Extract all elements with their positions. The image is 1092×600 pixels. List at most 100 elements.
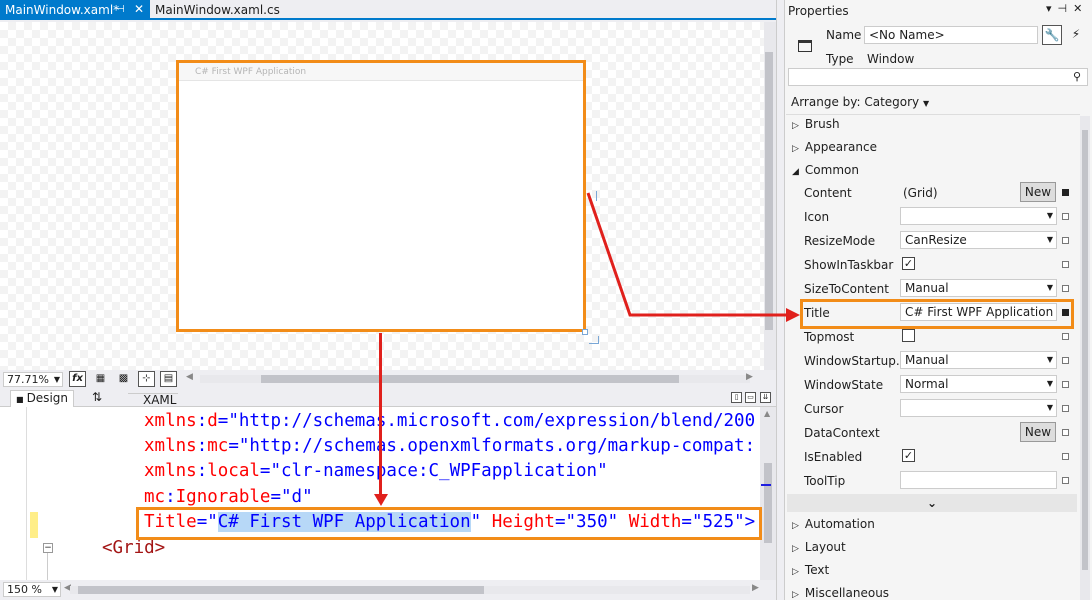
prop-label-datacontext: DataContext (804, 426, 880, 440)
editor-vertical-scrollbar[interactable] (760, 407, 776, 580)
windowstate-dropdown[interactable]: Normal ▼ (900, 375, 1057, 393)
isenabled-checkbox[interactable]: ✓ (902, 449, 915, 462)
wpf-window-preview[interactable]: C# First WPF Application (176, 60, 586, 332)
sizetocontent-dropdown[interactable]: Manual ▼ (900, 279, 1057, 297)
prop-label-windowstate: WindowState (804, 378, 884, 392)
collapse-icon[interactable]: − (43, 543, 53, 553)
property-marker[interactable] (1062, 453, 1069, 460)
panel-window-icons[interactable]: ▾⊣✕ (1046, 2, 1088, 15)
property-marker[interactable] (1062, 189, 1069, 196)
caret-position-marker (761, 484, 771, 492)
category-brush[interactable]: ▷ Brush (792, 117, 840, 131)
property-marker[interactable] (1062, 333, 1069, 340)
resize-handle[interactable] (582, 329, 588, 335)
arrow-right-icon (786, 308, 800, 322)
scroll-right-icon[interactable]: ▶ (746, 372, 753, 382)
grid-icon[interactable]: ▦ (92, 371, 109, 387)
windowstartup-dropdown[interactable]: Manual ▼ (900, 351, 1057, 369)
chevron-down-icon: ▼ (1046, 403, 1053, 412)
category-label: Layout (804, 540, 846, 554)
content-new-button[interactable]: New (1020, 182, 1056, 202)
category-automation[interactable]: ▷ Automation (792, 517, 875, 531)
category-layout[interactable]: ▷ Layout (792, 540, 846, 554)
horizontal-split-icon[interactable]: ▭ (745, 392, 756, 403)
events-lightning-icon[interactable]: ⚡ (1066, 25, 1086, 45)
tab-mainwindow-xaml-cs[interactable]: MainWindow.xaml.cs (150, 0, 285, 20)
code-token: = (270, 487, 281, 507)
expand-icon: ▷ (792, 121, 799, 131)
editor-zoom-select[interactable]: 150 % ▼ (3, 582, 61, 597)
designer-horizontal-scrollbar[interactable] (200, 375, 750, 383)
property-marker[interactable] (1062, 477, 1069, 484)
tab-xaml[interactable]: XAML (128, 393, 178, 407)
tab-label: MainWindow.xaml.cs (155, 3, 280, 17)
collapse-pane-icon[interactable]: ⇊ (760, 392, 771, 403)
property-marker[interactable] (1062, 285, 1069, 292)
properties-wrench-icon[interactable]: 🔧 (1042, 25, 1062, 45)
cursor-dropdown[interactable]: ▼ (900, 399, 1057, 417)
tab-mainwindow-xaml[interactable]: MainWindow.xaml* ⊣ ✕ (0, 0, 150, 20)
properties-vertical-scrollbar[interactable] (1080, 116, 1090, 600)
prop-label-isenabled: IsEnabled (804, 450, 863, 464)
topmost-checkbox[interactable] (902, 329, 915, 342)
code-token: xmlns (144, 411, 197, 431)
designer-zoom-select[interactable]: 77.71% ▼ (3, 372, 63, 387)
scroll-thumb[interactable] (261, 375, 679, 383)
pin-icon[interactable]: ⊣ (116, 0, 125, 20)
snap-gridlines-icon[interactable]: ▩ (115, 371, 132, 387)
project-code-icon[interactable]: ▤ (160, 371, 177, 387)
property-marker[interactable] (1062, 261, 1069, 268)
expand-icon: ▷ (792, 144, 799, 154)
close-icon[interactable]: ✕ (134, 0, 144, 19)
swap-panes-icon[interactable]: ⇅ (92, 390, 102, 404)
prop-label-content: Content (804, 186, 852, 200)
scroll-right-icon[interactable]: ▶ (752, 583, 759, 593)
property-marker[interactable] (1062, 237, 1069, 244)
property-marker[interactable] (1062, 429, 1069, 436)
property-marker[interactable] (1062, 213, 1069, 220)
chevron-down-icon: ▼ (1046, 211, 1053, 220)
prop-label-tooltip: ToolTip (804, 474, 846, 488)
category-label: Text (804, 563, 830, 577)
code-line: xmlns:d="http://schemas.microsoft.com/ex… (144, 411, 756, 431)
category-appearance[interactable]: ▷ Appearance (792, 140, 877, 154)
arrange-by-dropdown[interactable]: Arrange by: Category ▼ (791, 95, 929, 109)
tooltip-input[interactable] (900, 471, 1057, 489)
datacontext-new-button[interactable]: New (1020, 422, 1056, 442)
scroll-up-icon[interactable]: ▲ (764, 409, 770, 418)
name-input[interactable]: <No Name> (864, 26, 1038, 44)
scroll-thumb[interactable] (78, 586, 484, 594)
arrow-path (586, 192, 788, 317)
property-marker[interactable] (1062, 405, 1069, 412)
properties-search-input[interactable] (788, 68, 1088, 86)
editor-horizontal-scrollbar[interactable] (70, 586, 750, 594)
fx-button[interactable]: fx (69, 371, 86, 387)
split-view-tabs (0, 389, 776, 407)
scroll-thumb[interactable] (1082, 130, 1088, 570)
scroll-thumb[interactable] (764, 463, 772, 543)
tab-label: MainWindow.xaml* (5, 3, 120, 17)
showintaskbar-checkbox[interactable]: ✓ (902, 257, 915, 270)
design-icon: ■ (16, 395, 24, 404)
arrow-down-icon (374, 494, 388, 506)
vertical-split-icon[interactable]: ▯ (731, 392, 742, 403)
icon-dropdown[interactable]: ▼ (900, 207, 1057, 225)
category-label: Miscellaneous (804, 586, 890, 600)
code-token: Ignorable (175, 487, 271, 507)
category-common[interactable]: ◢ Common (792, 163, 859, 177)
chevron-down-icon: ▼ (1046, 379, 1053, 388)
resizemode-dropdown[interactable]: CanResize ▼ (900, 231, 1057, 249)
show-advanced-chevron-icon[interactable]: ⌄ (787, 494, 1077, 512)
category-text[interactable]: ▷ Text (792, 563, 829, 577)
category-label: Appearance (804, 140, 877, 154)
property-marker[interactable] (1062, 381, 1069, 388)
code-token: xmlns (144, 436, 197, 456)
window-preview-titlebar: C# First WPF Application (179, 63, 583, 81)
category-label: Common (804, 163, 859, 177)
snap-snaplines-icon[interactable]: ⊹ (138, 371, 155, 387)
tab-design[interactable]: ■ Design (10, 390, 74, 407)
scroll-left-icon[interactable]: ◀ (186, 372, 193, 382)
category-miscellaneous[interactable]: ▷ Miscellaneous (792, 586, 889, 600)
prop-label-resizemode: ResizeMode (804, 234, 876, 248)
property-marker[interactable] (1062, 357, 1069, 364)
